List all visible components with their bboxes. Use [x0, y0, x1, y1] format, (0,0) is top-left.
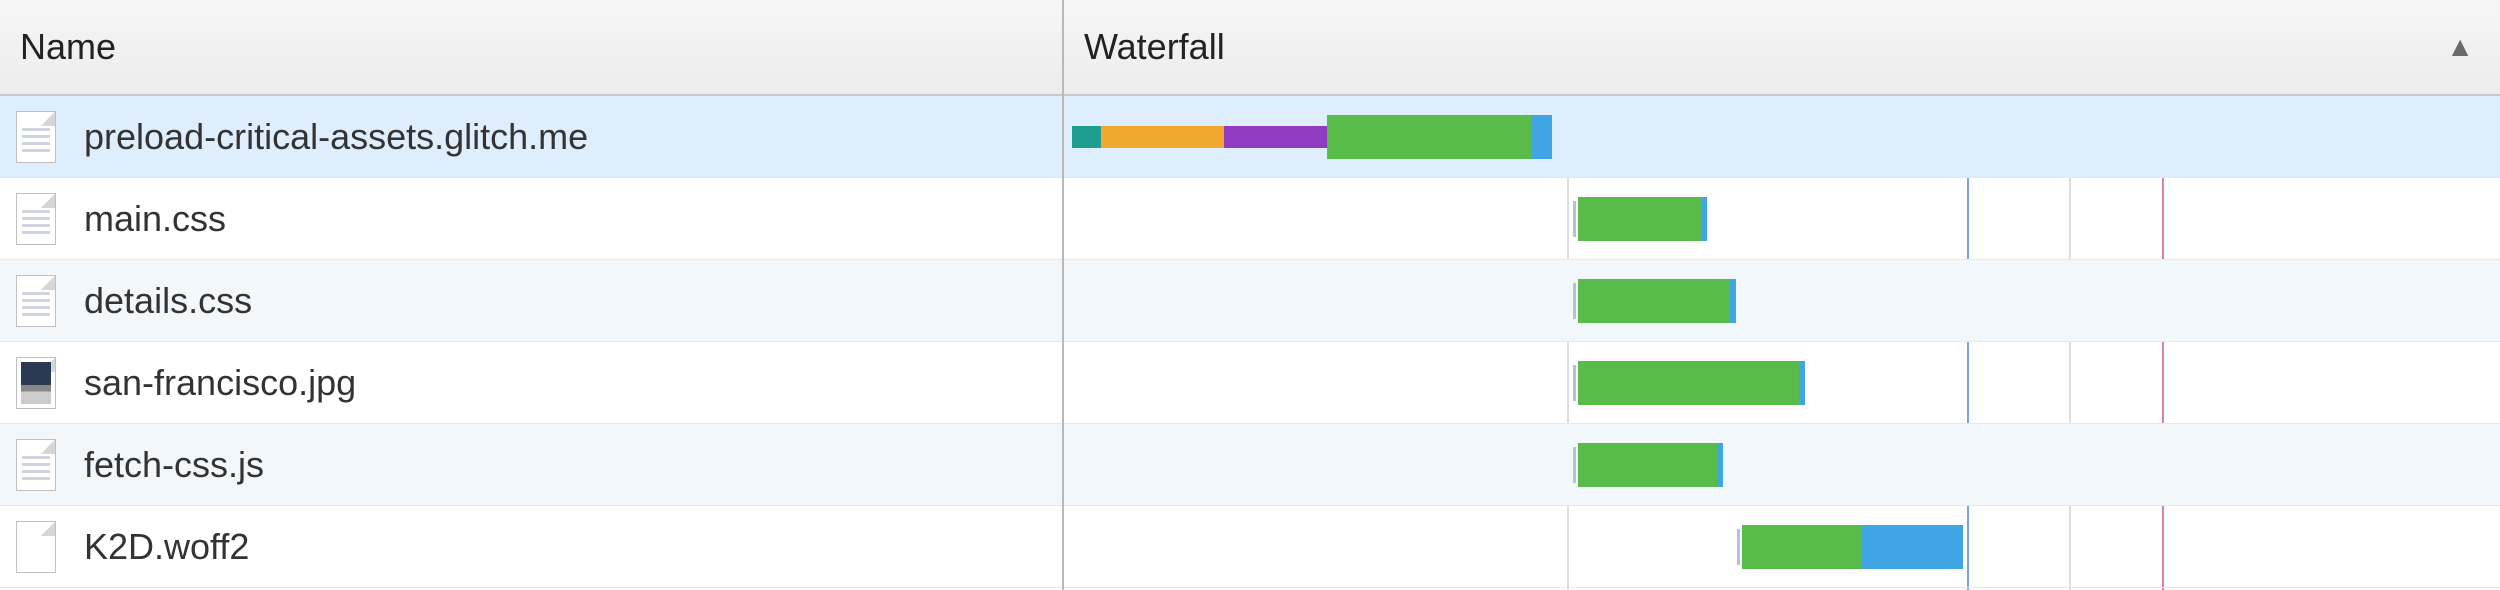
request-name: san-francisco.jpg: [84, 362, 356, 404]
waterfall-header-label: Waterfall: [1084, 26, 1225, 68]
timing-bar: [1573, 443, 1727, 487]
waterfall-column-header[interactable]: Waterfall ▲: [1064, 0, 2500, 96]
network-panel: Name preload-critical-assets.glitch.me ma…: [0, 0, 2500, 590]
download-segment: [1861, 525, 1964, 569]
request-row[interactable]: details.css: [0, 260, 1062, 342]
waiting-segment: [1578, 361, 1800, 405]
request-row[interactable]: main.css: [0, 178, 1062, 260]
image-file-icon: [16, 357, 56, 409]
document-file-icon: [16, 275, 56, 327]
queueing-tick: [1737, 529, 1740, 565]
request-row[interactable]: fetch-css.js: [0, 424, 1062, 506]
waterfall-row[interactable]: [1064, 96, 2500, 178]
name-column-header[interactable]: Name: [0, 0, 1062, 96]
name-rows: preload-critical-assets.glitch.me main.cs…: [0, 96, 1062, 590]
download-segment: [1730, 279, 1736, 323]
timing-bar: [1573, 197, 1710, 241]
waterfall-row[interactable]: [1064, 178, 2500, 260]
download-segment: [1717, 443, 1723, 487]
waterfall-row[interactable]: [1064, 260, 2500, 342]
name-column: Name preload-critical-assets.glitch.me ma…: [0, 0, 1064, 590]
waterfall-rows: [1064, 96, 2500, 590]
request-name: fetch-css.js: [84, 444, 264, 486]
waterfall-row[interactable]: [1064, 506, 2500, 588]
document-file-icon: [16, 193, 56, 245]
download-segment: [1701, 197, 1707, 241]
waterfall-column: Waterfall ▲: [1064, 0, 2500, 590]
request-name: K2D.woff2: [84, 526, 249, 568]
download-segment: [1799, 361, 1805, 405]
waterfall-row[interactable]: [1064, 342, 2500, 424]
file-icon: [16, 521, 56, 573]
queueing-tick: [1573, 447, 1576, 483]
request-name: details.css: [84, 280, 252, 322]
timing-bar: [1737, 525, 1967, 569]
sort-ascending-icon: ▲: [2446, 31, 2474, 63]
ssl-segment: [1224, 126, 1327, 148]
connecting-segment: [1101, 126, 1224, 148]
waiting-segment: [1578, 279, 1730, 323]
waiting-segment: [1327, 115, 1532, 159]
request-row[interactable]: K2D.woff2: [0, 506, 1062, 588]
waterfall-area: [1064, 96, 2500, 590]
download-segment: [1532, 115, 1553, 159]
request-name: main.css: [84, 198, 226, 240]
dns-segment: [1072, 126, 1101, 148]
document-file-icon: [16, 439, 56, 491]
waiting-segment: [1578, 197, 1701, 241]
timing-bar: [1573, 279, 1739, 323]
queueing-tick: [1573, 365, 1576, 401]
waiting-segment: [1578, 443, 1717, 487]
queueing-tick: [1573, 201, 1576, 237]
request-name: preload-critical-assets.glitch.me: [84, 116, 588, 158]
document-file-icon: [16, 111, 56, 163]
waterfall-row[interactable]: [1064, 424, 2500, 506]
name-header-label: Name: [20, 26, 116, 68]
waiting-segment: [1742, 525, 1861, 569]
request-row[interactable]: san-francisco.jpg: [0, 342, 1062, 424]
timing-bar: [1072, 115, 1552, 159]
queueing-tick: [1573, 283, 1576, 319]
request-row[interactable]: preload-critical-assets.glitch.me: [0, 96, 1062, 178]
timing-bar: [1573, 361, 1809, 405]
